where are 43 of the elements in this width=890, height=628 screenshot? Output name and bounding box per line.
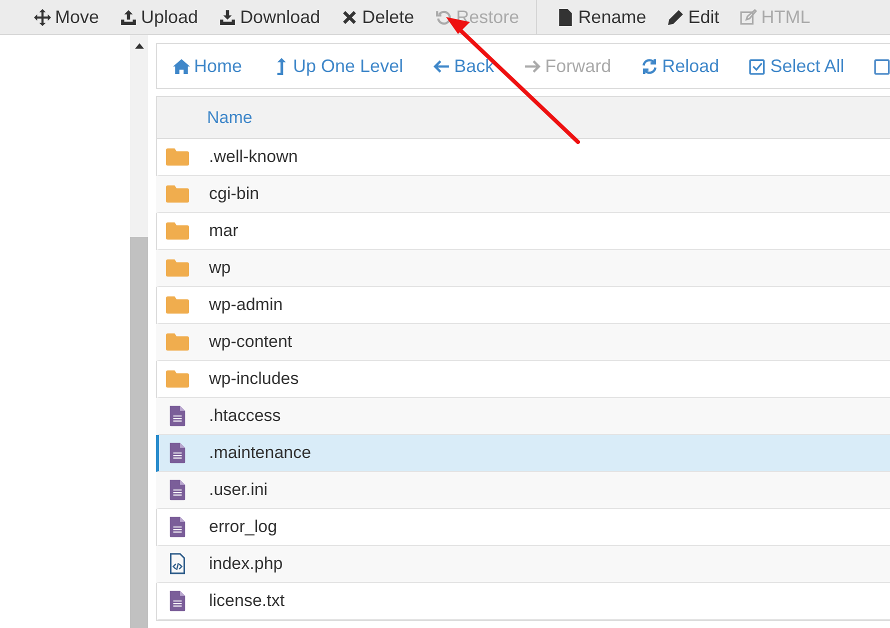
rename-icon <box>557 8 574 26</box>
folder-icon <box>165 331 190 353</box>
toolbar-button[interactable]: Upload <box>120 6 198 28</box>
reload-icon <box>641 58 658 74</box>
nav-button[interactable]: Home <box>173 56 242 76</box>
file-row[interactable]: wp <box>156 250 890 287</box>
toolbar-button[interactable]: Download <box>219 6 320 28</box>
folder-icon <box>165 146 190 168</box>
folder-icon <box>165 183 190 205</box>
move-icon <box>34 8 51 26</box>
scrollbar-thumb[interactable] <box>130 237 148 628</box>
nav-button[interactable]: Select All <box>749 56 844 76</box>
upload-icon <box>120 8 138 26</box>
nav-button[interactable]: Up One Level <box>272 56 404 76</box>
nav-button[interactable]: Back <box>433 56 494 76</box>
file-row[interactable]: .htaccess <box>156 398 890 435</box>
home-icon <box>173 58 190 74</box>
back-icon <box>433 58 450 74</box>
delete-icon <box>341 8 358 26</box>
toolbar-button[interactable]: Rename <box>557 6 646 28</box>
file-row[interactable]: index.php <box>156 546 890 583</box>
scrollbar[interactable] <box>130 35 148 628</box>
square-icon[interactable] <box>874 58 890 74</box>
select-icon <box>749 58 766 74</box>
folder-icon <box>165 368 190 390</box>
toolbar-button[interactable]: Edit <box>667 6 720 28</box>
file-row[interactable]: cgi-bin <box>156 176 890 213</box>
file-row[interactable]: .user.ini <box>156 472 890 509</box>
file-row[interactable]: .maintenance <box>156 435 890 472</box>
folder-icon <box>165 220 190 242</box>
scroll-up-icon[interactable] <box>134 43 144 49</box>
file-row[interactable]: wp-content <box>156 324 890 361</box>
nav-button[interactable]: Reload <box>641 56 720 76</box>
html-icon <box>740 8 758 26</box>
toolbar-button[interactable]: Delete <box>341 6 414 28</box>
edit-icon <box>667 8 684 26</box>
forward-icon <box>524 58 542 74</box>
folder-icon <box>165 257 190 279</box>
toolbar-button[interactable]: Move <box>34 6 100 28</box>
restore-icon <box>435 8 452 26</box>
folder-icon <box>165 294 190 316</box>
download-icon <box>219 8 236 26</box>
file-row[interactable]: license.txt <box>156 583 890 620</box>
